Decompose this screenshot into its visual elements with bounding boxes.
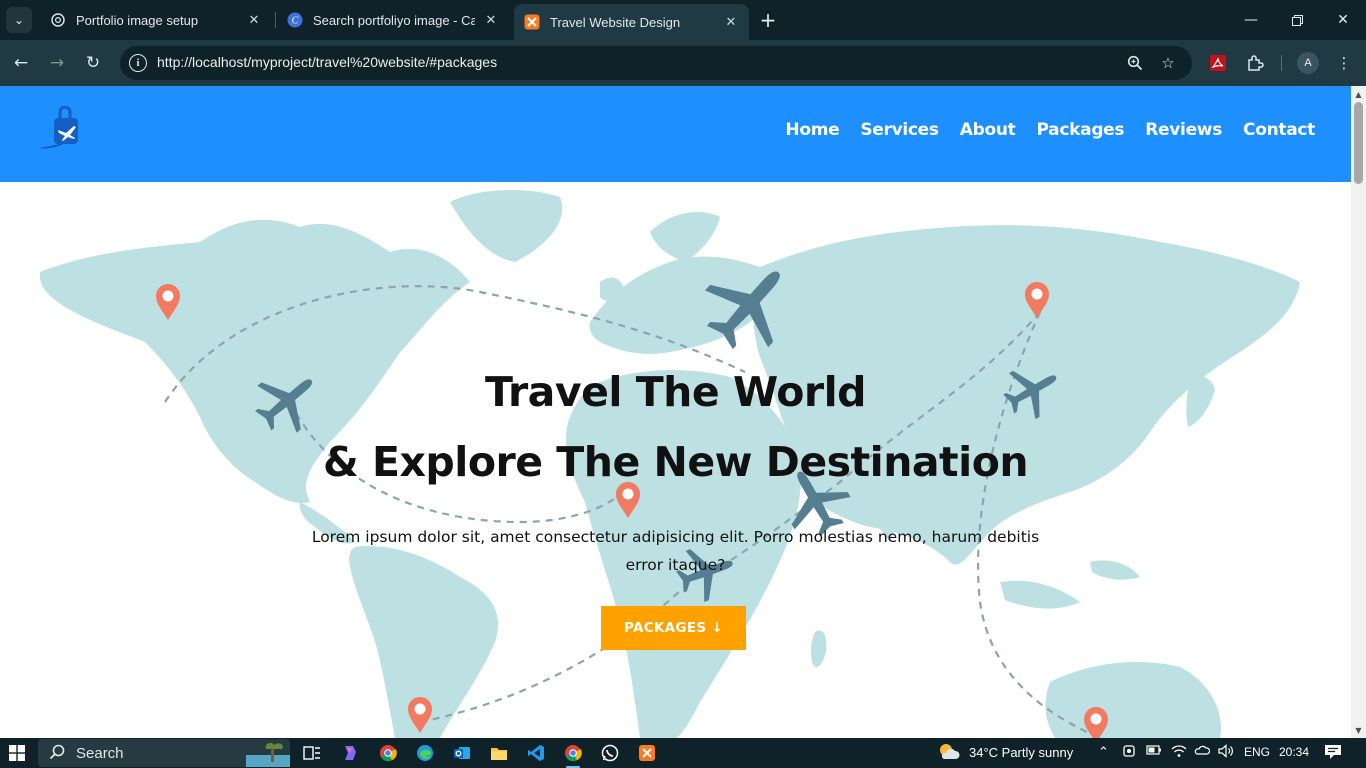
- nav-link-home[interactable]: Home: [785, 120, 839, 140]
- scroll-up-arrow-icon[interactable]: ▲: [1351, 87, 1366, 101]
- tab-title: Search portfoliyo image - Canva: [313, 12, 475, 28]
- file-explorer-icon[interactable]: [488, 742, 510, 764]
- canva-icon: C: [287, 12, 303, 28]
- zoom-icon[interactable]: [1125, 53, 1145, 73]
- tab-divider: [275, 12, 276, 28]
- tab-title: Portfolio image setup: [76, 12, 199, 28]
- close-icon[interactable]: ✕: [483, 12, 499, 28]
- scroll-thumb[interactable]: [1354, 102, 1363, 184]
- nav-link-contact[interactable]: Contact: [1243, 120, 1315, 140]
- nav-link-packages[interactable]: Packages: [1036, 120, 1124, 140]
- onedrive-icon[interactable]: [1194, 744, 1211, 759]
- xampp-icon: [524, 14, 540, 30]
- window-close-icon[interactable]: ✕: [1320, 0, 1366, 40]
- windows-start-icon[interactable]: [9, 745, 25, 761]
- hero-section: Travel The World & Explore The New Desti…: [0, 182, 1351, 738]
- kebab-menu-icon[interactable]: ⋮: [1333, 52, 1355, 74]
- nav-link-services[interactable]: Services: [860, 120, 939, 140]
- back-arrow-icon[interactable]: ←: [8, 50, 34, 76]
- hero-description: Lorem ipsum dolor sit, amet consectetur …: [311, 528, 1040, 574]
- battery-icon[interactable]: [1146, 744, 1162, 759]
- chevron-up-icon[interactable]: ⌃: [1098, 744, 1109, 760]
- browser-tab-strip: ⌄ Portfolio image setup ✕ C Search portf…: [0, 0, 1366, 40]
- chevron-down-icon: ⌄: [13, 13, 25, 27]
- browser-toolbar: ← → ↻ i http://localhost/myproject/trave…: [0, 40, 1366, 86]
- page-viewport: Home Services About Packages Reviews Con…: [0, 86, 1366, 738]
- packages-button[interactable]: PACKAGES ↓: [601, 606, 746, 650]
- svg-text:C: C: [292, 16, 299, 27]
- weather-partly-sunny-icon[interactable]: [936, 741, 960, 766]
- notifications-icon[interactable]: [1324, 744, 1342, 763]
- tab-portfolio-image-setup[interactable]: Portfolio image setup ✕: [40, 4, 272, 36]
- tab-title: Travel Website Design: [550, 14, 681, 30]
- travel-logo-icon[interactable]: [36, 105, 84, 152]
- site-nav: Home Services About Packages Reviews Con…: [785, 120, 1315, 140]
- chatgpt-icon: [50, 12, 66, 28]
- search-icon: [49, 744, 65, 764]
- xampp-taskbar-icon[interactable]: [636, 742, 658, 764]
- outlook-icon[interactable]: [451, 742, 473, 764]
- meet-now-icon[interactable]: [1122, 744, 1136, 761]
- nav-link-about[interactable]: About: [960, 120, 1016, 140]
- vscode-icon[interactable]: [525, 742, 547, 764]
- hero-title-line1: Travel The World: [485, 368, 867, 416]
- toolbar-divider: [1281, 55, 1282, 71]
- copilot-icon[interactable]: [339, 742, 361, 764]
- taskbar-search-label: Search: [76, 745, 124, 762]
- nav-link-reviews[interactable]: Reviews: [1145, 120, 1222, 140]
- volume-icon[interactable]: [1218, 744, 1234, 761]
- weather-text[interactable]: 34°C Partly sunny: [969, 745, 1073, 760]
- reload-icon[interactable]: ↻: [80, 50, 106, 76]
- chrome-icon[interactable]: [377, 742, 399, 764]
- wifi-icon[interactable]: [1171, 744, 1187, 761]
- profile-avatar[interactable]: A: [1297, 52, 1319, 74]
- chrome-active-icon[interactable]: [562, 742, 584, 768]
- site-header: Home Services About Packages Reviews Con…: [0, 86, 1351, 182]
- close-icon[interactable]: ✕: [246, 12, 262, 28]
- tab-travel-website-design[interactable]: Travel Website Design ✕: [514, 4, 749, 40]
- edge-icon[interactable]: [414, 742, 436, 764]
- tab-search-button[interactable]: ⌄: [6, 7, 32, 33]
- windows-taskbar: Search 34°C Partly sunny ⌃ ENG 20:34: [0, 738, 1366, 768]
- clock-text[interactable]: 20:34: [1279, 745, 1309, 759]
- input-language-text[interactable]: ENG: [1244, 745, 1270, 759]
- forward-arrow-icon[interactable]: →: [44, 50, 70, 76]
- bookmark-star-icon[interactable]: ☆: [1158, 53, 1178, 73]
- taskbar-search-box[interactable]: Search: [38, 739, 290, 767]
- extensions-puzzle-icon[interactable]: [1244, 52, 1266, 74]
- new-tab-plus-icon[interactable]: +: [757, 9, 779, 31]
- whatsapp-icon[interactable]: [599, 742, 621, 764]
- url-text[interactable]: http://localhost/myproject/travel%20webs…: [157, 54, 497, 70]
- address-bar[interactable]: i http://localhost/myproject/travel%20we…: [120, 46, 1192, 80]
- task-view-icon[interactable]: [301, 742, 323, 764]
- page-scrollbar[interactable]: ▲ ▼: [1351, 86, 1366, 738]
- pdf-extension-icon[interactable]: [1207, 52, 1229, 74]
- close-icon[interactable]: ✕: [723, 14, 739, 30]
- restore-icon[interactable]: [1274, 0, 1320, 40]
- hero-title-line2: & Explore The New Destination: [322, 438, 1029, 486]
- minimize-icon[interactable]: —: [1228, 0, 1274, 40]
- tab-search-portfolio-canva[interactable]: C Search portfoliyo image - Canva ✕: [277, 4, 509, 36]
- site-info-icon[interactable]: i: [129, 54, 147, 72]
- scroll-down-arrow-icon[interactable]: ▼: [1351, 723, 1366, 737]
- search-highlight-illustration-icon: [246, 739, 290, 767]
